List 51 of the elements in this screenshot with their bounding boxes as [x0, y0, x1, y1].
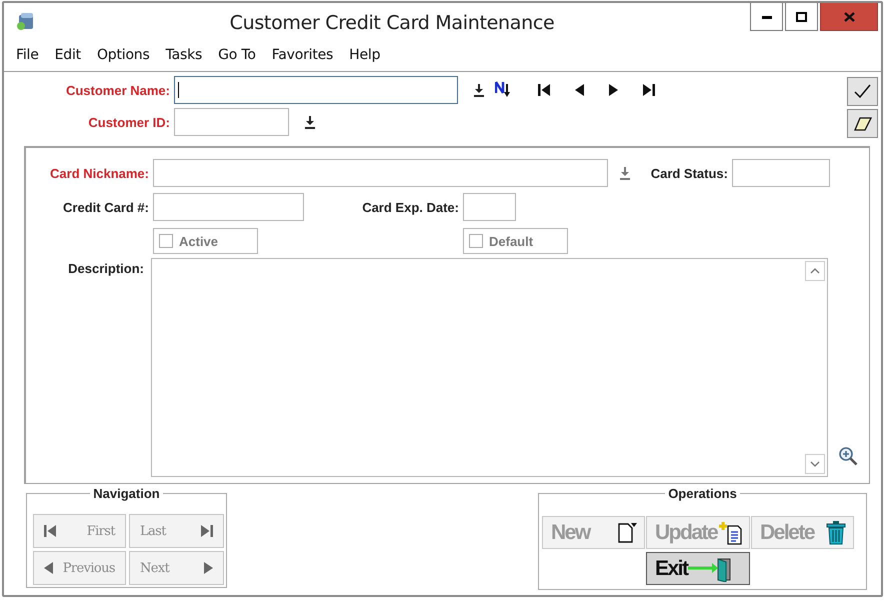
- menu-item[interactable]: Favorites: [264, 47, 342, 63]
- download-icon[interactable]: [305, 116, 315, 128]
- window-title: Customer Credit Card Maintenance: [228, 12, 556, 34]
- maximize-button[interactable]: [785, 3, 818, 31]
- edit-document-icon: [719, 520, 743, 544]
- accept-button[interactable]: [847, 77, 878, 106]
- scroll-down-button[interactable]: [805, 454, 825, 474]
- download-icon[interactable]: [474, 84, 484, 96]
- field-label: Customer ID:: [87, 114, 170, 130]
- group-title: Operations: [665, 486, 740, 501]
- minimize-button[interactable]: [750, 3, 783, 31]
- previous-record-icon[interactable]: [575, 84, 584, 96]
- text-field[interactable]: [153, 159, 608, 187]
- new-record-icon[interactable]: [495, 81, 513, 99]
- scroll-up-button[interactable]: [805, 261, 825, 281]
- close-button[interactable]: [820, 3, 878, 31]
- text-field[interactable]: [174, 108, 289, 136]
- close-icon: [844, 12, 854, 22]
- text-field[interactable]: [153, 193, 304, 221]
- field-label: Description:: [67, 260, 144, 276]
- clear-button[interactable]: [847, 109, 878, 138]
- next-record-icon[interactable]: [609, 84, 618, 96]
- field-label: Card Nickname:: [49, 166, 149, 180]
- menu-item[interactable]: Help: [341, 47, 388, 63]
- chevron-down-icon: [810, 461, 820, 467]
- field-label: Credit Card #:: [62, 200, 149, 214]
- group-title: Navigation: [90, 486, 163, 501]
- chevron-up-icon: [810, 268, 820, 274]
- minimize-icon: [762, 14, 772, 18]
- text-field[interactable]: [732, 159, 830, 187]
- trash-icon: [825, 520, 847, 544]
- eraser-icon: [854, 116, 872, 130]
- menu-item[interactable]: Options: [88, 47, 158, 63]
- description-field[interactable]: [151, 258, 828, 477]
- checkmark-icon: [854, 84, 871, 99]
- menu-item[interactable]: Edit: [46, 47, 89, 63]
- menu-item[interactable]: Go To: [210, 47, 264, 63]
- operation-button[interactable]: Exit: [646, 552, 750, 585]
- menu-item[interactable]: Tasks: [158, 47, 210, 63]
- last-record-icon[interactable]: [643, 84, 655, 96]
- text-field[interactable]: [463, 193, 516, 221]
- field-label: Customer Name:: [64, 82, 170, 98]
- maximize-icon: [796, 12, 807, 22]
- zoom-in-icon[interactable]: [838, 446, 858, 466]
- new-document-icon: [616, 522, 638, 544]
- field-label: Card Status:: [650, 166, 728, 180]
- field-label: Card Exp. Date:: [361, 200, 459, 214]
- app-icon: [16, 11, 36, 31]
- menu-item[interactable]: File: [8, 47, 47, 63]
- text-field[interactable]: [174, 76, 458, 104]
- first-record-icon[interactable]: [538, 84, 550, 96]
